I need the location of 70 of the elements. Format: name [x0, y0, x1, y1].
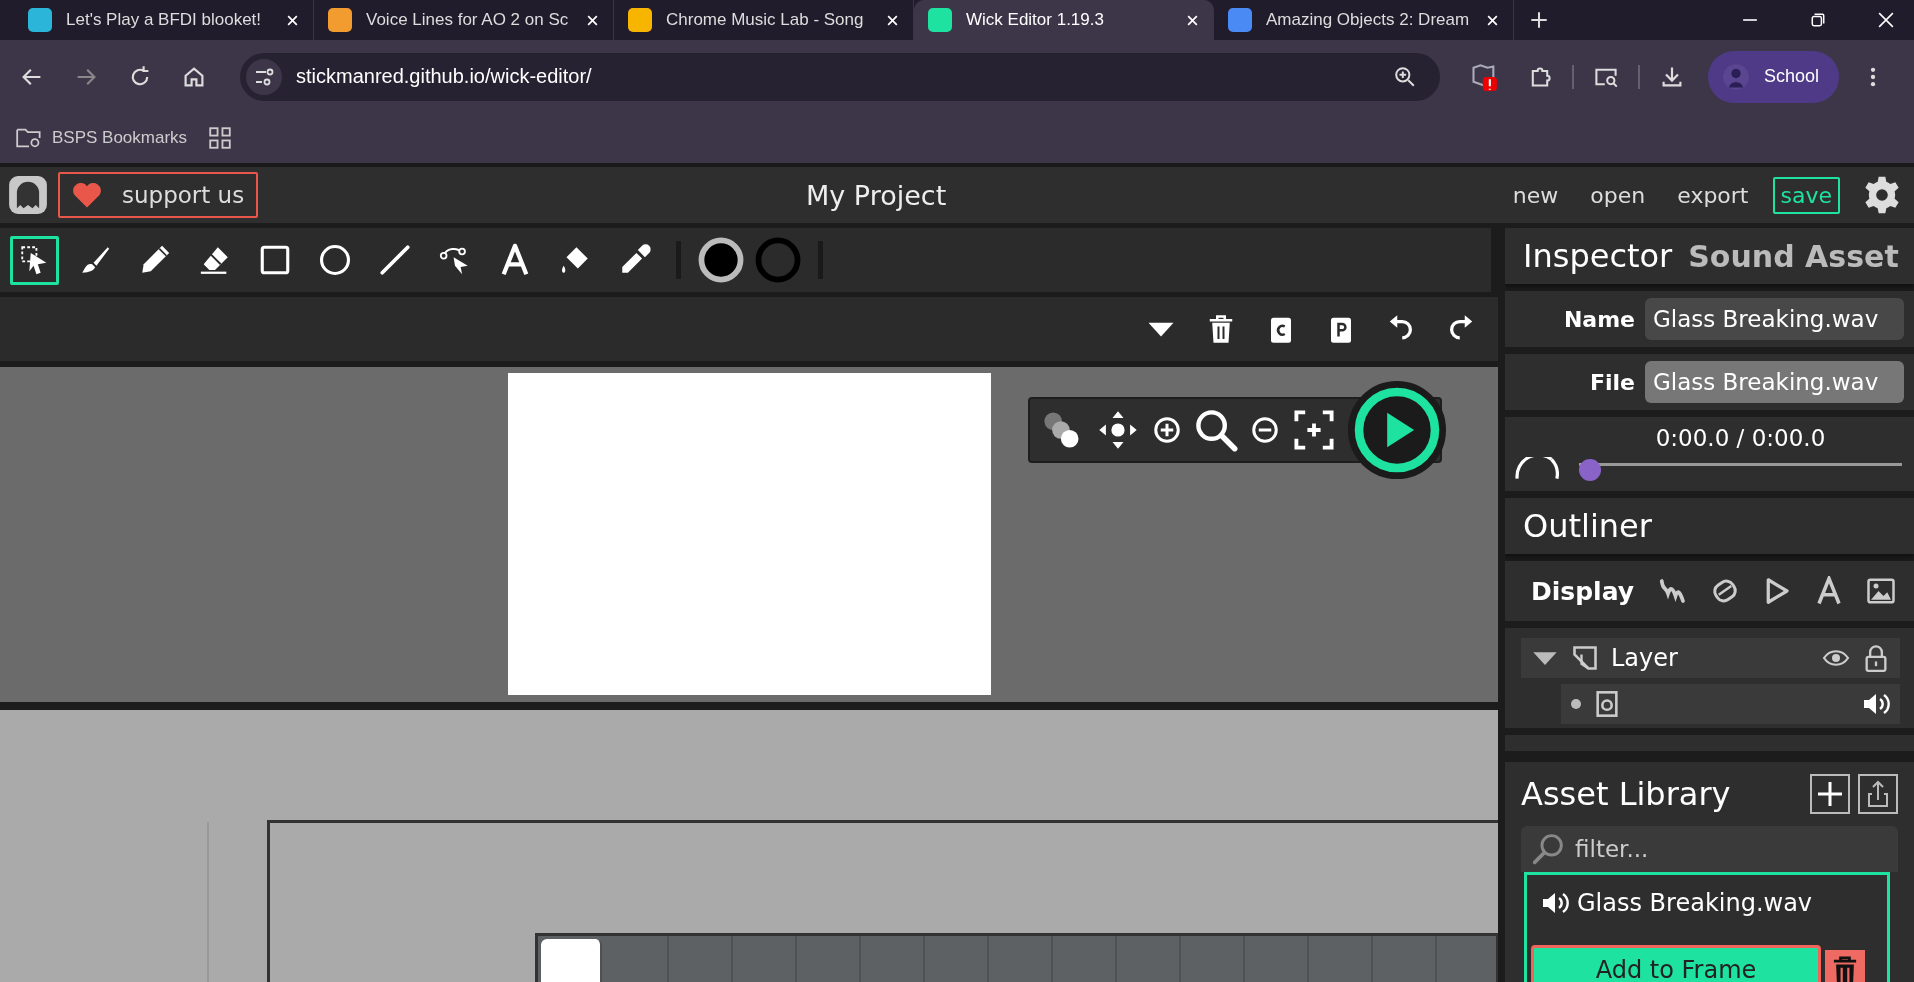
field-label: Name	[1562, 306, 1635, 332]
sound-object-row[interactable]	[1561, 684, 1900, 724]
zoom-out-icon[interactable]	[1250, 415, 1280, 445]
panel-title: Inspector	[1523, 237, 1673, 275]
layer-name: Layer	[1611, 644, 1678, 672]
site-settings-icon[interactable]	[246, 58, 282, 95]
bullet-icon	[1571, 699, 1581, 709]
avatar-icon	[1722, 62, 1750, 91]
close-icon[interactable]	[1186, 13, 1199, 27]
field-label: File	[1588, 369, 1635, 395]
shield-warning-icon[interactable]	[1470, 62, 1498, 91]
favicon-icon	[328, 8, 352, 32]
restore-icon[interactable]	[1810, 12, 1826, 28]
select-tool-button[interactable]	[10, 235, 59, 285]
save-button[interactable]: save	[1772, 176, 1840, 214]
profile-button[interactable]: School	[1708, 50, 1840, 103]
play-button[interactable]	[1348, 381, 1446, 479]
recenter-icon[interactable]	[1292, 408, 1336, 452]
menu-link[interactable]: export	[1669, 176, 1757, 214]
image-icon[interactable]	[1866, 576, 1897, 606]
menu-link[interactable]: open	[1582, 176, 1654, 214]
close-icon[interactable]	[1878, 12, 1894, 28]
stroke-color-swatch[interactable]	[755, 237, 801, 283]
zoom-icon[interactable]	[1394, 65, 1416, 88]
browser-tab[interactable]: Wick Editor 1.19.3	[914, 0, 1214, 40]
add-to-frame-button[interactable]: Add to Frame	[1531, 945, 1821, 982]
bookmarks-folder[interactable]: BSPS Bookmarks	[16, 127, 188, 149]
favicon-icon	[1228, 8, 1252, 32]
heart-icon	[72, 181, 102, 209]
zoom-in-icon[interactable]	[1152, 415, 1182, 445]
logo-icon[interactable]	[8, 175, 48, 215]
favicon-icon	[928, 8, 952, 32]
loading-spinner-icon	[1515, 457, 1559, 481]
keyframe[interactable]	[541, 939, 602, 982]
panel-title: Outliner	[1523, 507, 1652, 545]
asset-name: Glass Breaking.wav	[1577, 889, 1813, 917]
layer-row[interactable]: Layer	[1521, 638, 1900, 678]
support-button[interactable]: support us	[58, 172, 259, 218]
menu-link[interactable]: new	[1504, 176, 1567, 214]
layer-icon	[1571, 644, 1599, 672]
line-icon	[377, 243, 412, 277]
project-title[interactable]: My Project	[806, 179, 947, 211]
fill-color-swatch[interactable]	[698, 237, 744, 283]
add-asset-button[interactable]	[1810, 774, 1850, 814]
panel-title: Asset Library	[1521, 775, 1732, 813]
apps-icon[interactable]	[209, 127, 232, 149]
download-icon[interactable]	[1660, 64, 1684, 89]
close-icon[interactable]	[586, 13, 599, 27]
close-icon[interactable]	[1486, 13, 1499, 27]
folder-icon	[16, 127, 42, 149]
new-tab-icon[interactable]	[1530, 11, 1548, 29]
playback-time: 0:00.0 / 0:00.0	[1655, 425, 1826, 451]
upload-button[interactable]	[1858, 774, 1898, 814]
filter-field[interactable]: filter...	[1521, 826, 1898, 872]
address-bar[interactable]: stickmanred.github.io/wick-editor/	[240, 52, 1440, 101]
favicon-icon	[28, 8, 52, 32]
panel-subtitle: Sound Asset	[1688, 238, 1899, 274]
speaker-box-icon	[1593, 690, 1621, 718]
close-icon[interactable]	[286, 13, 299, 27]
slider-thumb[interactable]	[1579, 459, 1601, 481]
frame-track[interactable]	[535, 933, 1498, 982]
close-icon[interactable]	[886, 13, 899, 27]
search-icon[interactable]	[1194, 408, 1238, 452]
text-field[interactable]: Glass Breaking.wav	[1645, 298, 1904, 340]
circle-icon	[317, 243, 352, 277]
display-label: Display	[1531, 576, 1635, 606]
asset-item[interactable]: Glass Breaking.wav Add to Frame	[1524, 872, 1890, 982]
search-icon	[1531, 832, 1565, 866]
seek-slider[interactable]	[1579, 459, 1902, 481]
favicon-icon	[628, 8, 652, 32]
